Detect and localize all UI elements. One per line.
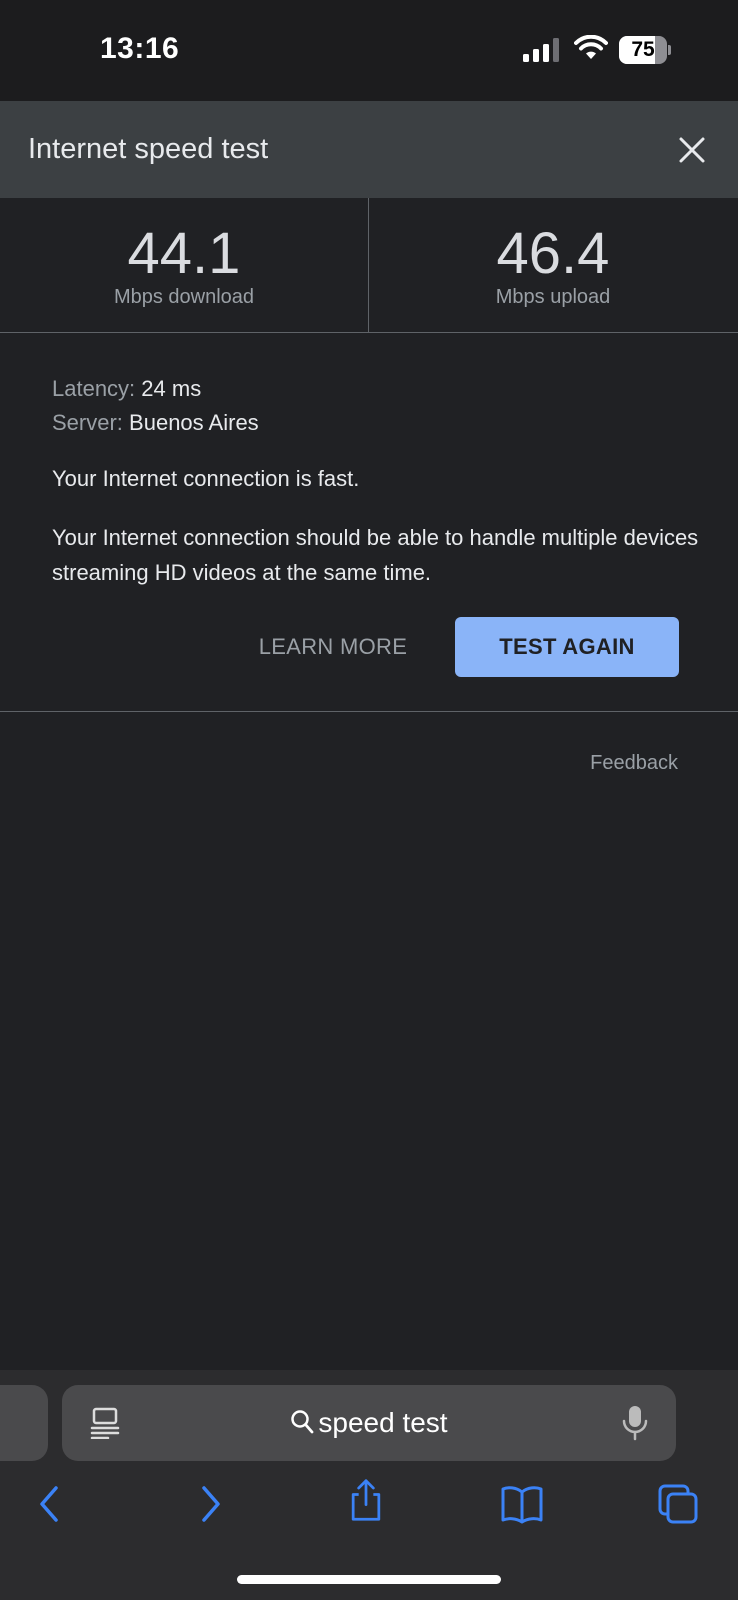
search-query[interactable]: speed test bbox=[62, 1385, 676, 1461]
previous-tab-preview[interactable] bbox=[0, 1385, 48, 1461]
latency-row: Latency: 24 ms bbox=[52, 372, 692, 406]
browser-toolbar: speed test bbox=[0, 1370, 738, 1600]
latency-value: 24 ms bbox=[141, 376, 202, 401]
back-icon[interactable] bbox=[28, 1482, 72, 1526]
forward-icon[interactable] bbox=[188, 1482, 232, 1526]
server-key: Server: bbox=[52, 410, 123, 435]
share-icon[interactable] bbox=[344, 1478, 388, 1522]
page-title: Internet speed test bbox=[28, 133, 269, 165]
feedback-link[interactable]: Feedback bbox=[560, 752, 678, 775]
download-value: 44.1 bbox=[127, 221, 241, 286]
speed-test-header: Internet speed test bbox=[0, 101, 738, 198]
server-row: Server: Buenos Aires bbox=[52, 406, 692, 440]
latency-key: Latency: bbox=[52, 376, 136, 401]
download-metric: 44.1 Mbps download bbox=[0, 198, 368, 332]
learn-more-button[interactable]: LEARN MORE bbox=[240, 617, 426, 677]
upload-metric: 46.4 Mbps upload bbox=[369, 198, 737, 332]
bookmarks-icon[interactable] bbox=[500, 1482, 544, 1526]
wifi-icon bbox=[574, 35, 608, 59]
status-bar: 13:16 75 bbox=[0, 0, 738, 101]
server-value: Buenos Aires bbox=[129, 410, 259, 435]
signal-icon bbox=[523, 38, 559, 62]
search-icon bbox=[291, 1410, 314, 1434]
status-time: 13:16 bbox=[100, 32, 180, 65]
speed-results: 44.1 Mbps download 46.4 Mbps upload bbox=[0, 198, 738, 333]
search-query-text: speed test bbox=[318, 1407, 448, 1438]
connection-detail: Your Internet connection should be able … bbox=[52, 525, 699, 585]
home-indicator bbox=[237, 1575, 501, 1584]
connection-summary: Your Internet connection is fast. bbox=[52, 466, 360, 491]
upload-value: 46.4 bbox=[496, 221, 610, 286]
download-label: Mbps download bbox=[113, 286, 255, 308]
battery-icon: 75 bbox=[619, 36, 671, 64]
test-again-button[interactable]: TEST AGAIN bbox=[455, 617, 679, 677]
battery-percent: 75 bbox=[631, 38, 655, 61]
address-bar[interactable]: speed test bbox=[62, 1385, 676, 1461]
test-details: Latency: 24 ms Server: Buenos Aires bbox=[52, 372, 692, 440]
tabs-icon[interactable] bbox=[656, 1482, 700, 1526]
upload-label: Mbps upload bbox=[495, 286, 611, 308]
microphone-icon[interactable] bbox=[622, 1405, 648, 1441]
section-divider bbox=[0, 711, 738, 712]
close-icon[interactable] bbox=[672, 130, 712, 170]
